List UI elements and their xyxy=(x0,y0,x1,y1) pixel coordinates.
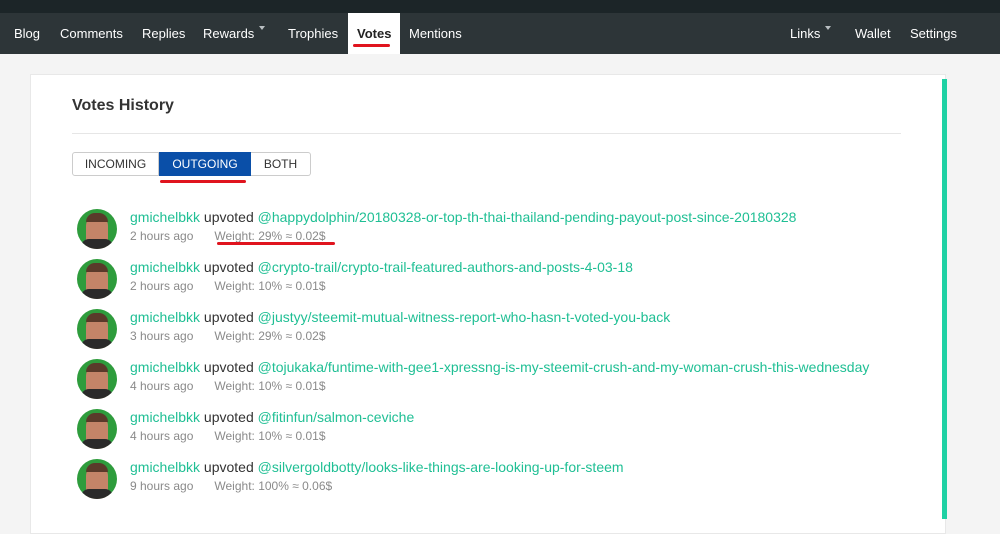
vote-action: upvoted xyxy=(203,209,254,225)
nav-links[interactable]: Links xyxy=(790,13,832,54)
hair-shape xyxy=(86,263,108,272)
vote-time: 4 hours ago xyxy=(130,429,194,443)
vote-action: upvoted xyxy=(203,459,254,475)
vote-meta: 2 hours ago Weight: 10% ≈ 0.01$ xyxy=(130,279,326,293)
nav-mentions[interactable]: Mentions xyxy=(409,13,462,54)
vote-meta: 4 hours ago Weight: 10% ≈ 0.01$ xyxy=(130,379,326,393)
nav-wallet[interactable]: Wallet xyxy=(855,13,891,54)
avatar[interactable] xyxy=(77,459,117,499)
shirt-shape xyxy=(81,239,113,249)
vote-action: upvoted xyxy=(203,409,254,425)
vote-weight: Weight: 29% ≈ 0.02$ xyxy=(214,329,326,343)
direction-tabs: INCOMING OUTGOING BOTH xyxy=(72,152,311,176)
top-strip xyxy=(0,0,1000,13)
vote-meta: 3 hours ago Weight: 29% ≈ 0.02$ xyxy=(130,329,326,343)
vote-meta: 2 hours ago Weight: 29% ≈ 0.02$ xyxy=(130,229,326,243)
nav-rewards[interactable]: Rewards xyxy=(203,13,266,54)
tab-outgoing[interactable]: OUTGOING xyxy=(159,152,251,176)
vote-description: gmichelbkk upvoted @fitinfun/salmon-cevi… xyxy=(130,409,414,425)
chevron-down-icon xyxy=(259,26,266,30)
profile-navbar: Blog Comments Replies Rewards Trophies V… xyxy=(0,13,1000,54)
vote-action: upvoted xyxy=(203,359,254,375)
post-link[interactable]: @crypto-trail/crypto-trail-featured-auth… xyxy=(258,259,633,275)
avatar[interactable] xyxy=(77,259,117,299)
nav-votes[interactable]: Votes xyxy=(348,13,401,54)
voter-link[interactable]: gmichelbkk xyxy=(130,359,200,375)
shirt-shape xyxy=(81,389,113,399)
nav-blog[interactable]: Blog xyxy=(14,13,40,54)
post-link[interactable]: @tojukaka/funtime-with-gee1-xpressng-is-… xyxy=(258,359,870,375)
shirt-shape xyxy=(81,439,113,449)
vote-weight: Weight: 100% ≈ 0.06$ xyxy=(214,479,333,493)
voter-link[interactable]: gmichelbkk xyxy=(130,209,200,225)
nav-comments[interactable]: Comments xyxy=(60,13,123,54)
tab-incoming[interactable]: INCOMING xyxy=(72,152,159,176)
post-link[interactable]: @fitinfun/salmon-ceviche xyxy=(258,409,415,425)
voter-link[interactable]: gmichelbkk xyxy=(130,459,200,475)
title-divider xyxy=(72,133,901,134)
post-link[interactable]: @silvergoldbotty/looks-like-things-are-l… xyxy=(258,459,624,475)
outgoing-underline-annotation xyxy=(160,180,246,183)
vote-weight: Weight: 10% ≈ 0.01$ xyxy=(214,379,326,393)
hair-shape xyxy=(86,313,108,322)
vote-weight: Weight: 10% ≈ 0.01$ xyxy=(214,279,326,293)
avatar[interactable] xyxy=(77,209,117,249)
nav-links-label: Links xyxy=(790,26,821,41)
card-accent-bar xyxy=(942,79,947,519)
hair-shape xyxy=(86,213,108,222)
avatar[interactable] xyxy=(77,359,117,399)
vote-description: gmichelbkk upvoted @happydolphin/2018032… xyxy=(130,209,796,225)
nav-settings[interactable]: Settings xyxy=(910,13,957,54)
voter-link[interactable]: gmichelbkk xyxy=(130,259,200,275)
hair-shape xyxy=(86,363,108,372)
hair-shape xyxy=(86,463,108,472)
vote-weight: Weight: 10% ≈ 0.01$ xyxy=(214,429,326,443)
vote-description: gmichelbkk upvoted @tojukaka/funtime-wit… xyxy=(130,359,869,375)
voter-link[interactable]: gmichelbkk xyxy=(130,309,200,325)
vote-time: 2 hours ago xyxy=(130,229,194,243)
votes-underline-annotation xyxy=(353,44,390,47)
shirt-shape xyxy=(81,289,113,299)
voter-link[interactable]: gmichelbkk xyxy=(130,409,200,425)
vote-description: gmichelbkk upvoted @justyy/steemit-mutua… xyxy=(130,309,670,325)
shirt-shape xyxy=(81,489,113,499)
hair-shape xyxy=(86,413,108,422)
post-link[interactable]: @justyy/steemit-mutual-witness-report-wh… xyxy=(258,309,671,325)
vote-time: 3 hours ago xyxy=(130,329,194,343)
shirt-shape xyxy=(81,339,113,349)
vote-meta: 4 hours ago Weight: 10% ≈ 0.01$ xyxy=(130,429,326,443)
vote-description: gmichelbkk upvoted @crypto-trail/crypto-… xyxy=(130,259,633,275)
vote-meta: 9 hours ago Weight: 100% ≈ 0.06$ xyxy=(130,479,332,493)
vote-time: 2 hours ago xyxy=(130,279,194,293)
chevron-down-icon xyxy=(825,26,832,30)
nav-replies[interactable]: Replies xyxy=(142,13,185,54)
vote-time: 9 hours ago xyxy=(130,479,194,493)
weight-underline-annotation xyxy=(217,242,335,245)
nav-rewards-label: Rewards xyxy=(203,26,255,41)
vote-weight: Weight: 29% ≈ 0.02$ xyxy=(214,229,326,243)
vote-description: gmichelbkk upvoted @silvergoldbotty/look… xyxy=(130,459,624,475)
avatar[interactable] xyxy=(77,309,117,349)
post-link[interactable]: @happydolphin/20180328-or-top-th-thai-th… xyxy=(258,209,797,225)
page-title: Votes History xyxy=(72,97,174,114)
nav-trophies[interactable]: Trophies xyxy=(288,13,338,54)
vote-action: upvoted xyxy=(203,309,254,325)
tab-both[interactable]: BOTH xyxy=(251,152,311,176)
avatar[interactable] xyxy=(77,409,117,449)
vote-action: upvoted xyxy=(203,259,254,275)
vote-time: 4 hours ago xyxy=(130,379,194,393)
